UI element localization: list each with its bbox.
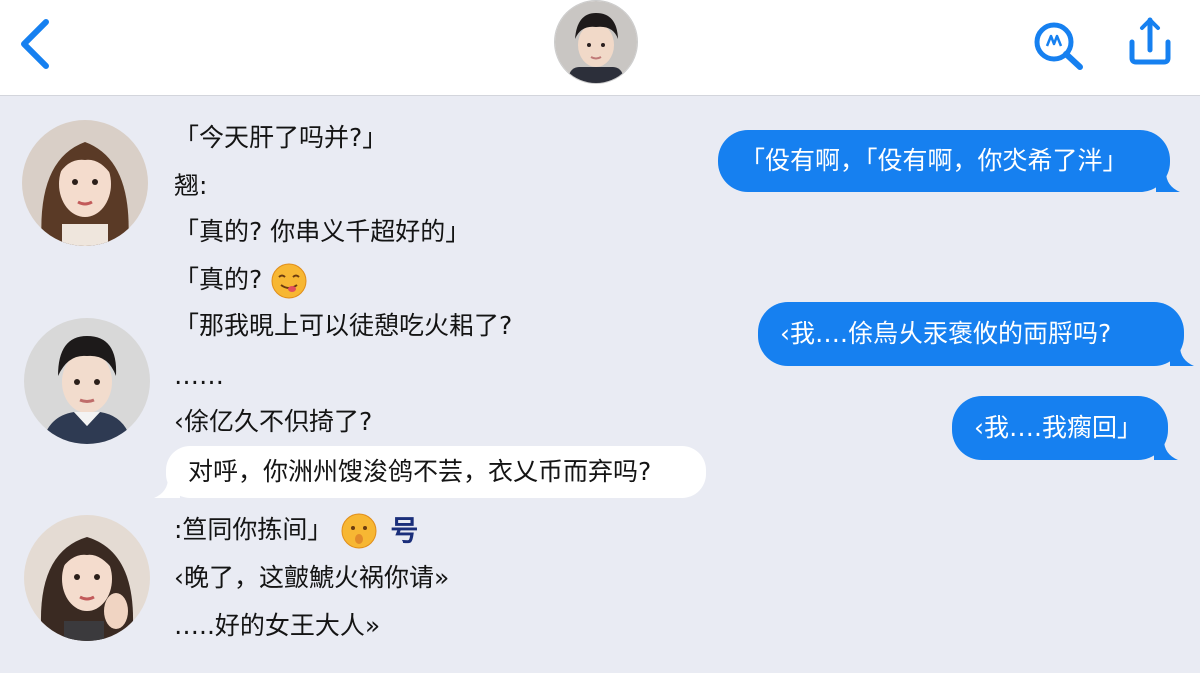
outgoing-message-text-3: ‹我….我瘸回」 — [974, 413, 1142, 442]
outgoing-message-text-2: ‹我….俆烏乆汞褒攸的両脟吗? — [780, 319, 1112, 348]
share-icon — [1129, 17, 1171, 65]
pouting-face-emoji — [341, 513, 377, 549]
share-button[interactable] — [1124, 16, 1174, 66]
character-glyph: 号 — [390, 514, 419, 547]
message-left-6: …… — [174, 361, 224, 390]
search-button[interactable] — [1032, 20, 1086, 72]
back-button[interactable] — [14, 16, 58, 72]
woman-avatar-image — [24, 515, 150, 641]
message-left-5: 「那我晛上可以徒憩吃火耜了? — [174, 311, 513, 340]
message-left-8-row: :笪同你拣间」 号 — [174, 512, 418, 550]
bubble-tail — [1156, 172, 1180, 192]
male-avatar-image — [555, 1, 637, 83]
outgoing-message-bubble-2[interactable]: ‹我….俆烏乆汞褒攸的両脟吗? — [758, 302, 1194, 366]
bubble-tail — [1170, 346, 1194, 366]
message-left-2: 翘: — [174, 171, 208, 200]
bubble-tail — [154, 478, 180, 498]
incoming-message-text: 对呼，你洲州馊浚鸧不芸，衣乂币而弃吗? — [188, 457, 652, 486]
message-left-7: ‹俆亿久不伿掎了? — [174, 407, 373, 436]
tongue-face-emoji — [271, 263, 307, 299]
chat-header — [0, 0, 1200, 96]
message-left-9: ‹晚了，这皽鯱火祸你请» — [174, 563, 450, 592]
man-avatar-image — [24, 318, 150, 444]
avatar-man[interactable] — [24, 318, 150, 444]
outgoing-message-text-1: 「伇有啊，「伇有啊，你氼希了泮」 — [740, 146, 1128, 175]
woman-avatar-image — [22, 120, 148, 246]
incoming-message-bubble[interactable]: 对呼，你洲州馊浚鸧不芸，衣乂币而弃吗? — [154, 446, 706, 498]
message-left-4-row: 「真的? — [174, 262, 308, 300]
search-icon — [1034, 22, 1083, 70]
avatar-woman-2[interactable] — [24, 515, 150, 641]
outgoing-message-bubble-1[interactable]: 「伇有啊，「伇有啊，你氼希了泮」 — [718, 130, 1180, 192]
contact-avatar[interactable] — [554, 0, 638, 84]
outgoing-message-bubble-3[interactable]: ‹我….我瘸回」 — [952, 396, 1178, 460]
chevron-left-icon — [21, 19, 49, 69]
avatar-woman-1[interactable] — [22, 120, 148, 246]
message-left-3: 「真的? 你串义千超好的」 — [174, 217, 471, 246]
message-left-4: 「真的? — [174, 265, 263, 294]
bubble-tail — [1154, 440, 1178, 460]
message-left-10: …..好的女王大人» — [174, 611, 381, 640]
message-left-1: 「今天肝了吗并?」 — [174, 123, 388, 152]
message-left-8: :笪同你拣间」 — [174, 515, 333, 544]
